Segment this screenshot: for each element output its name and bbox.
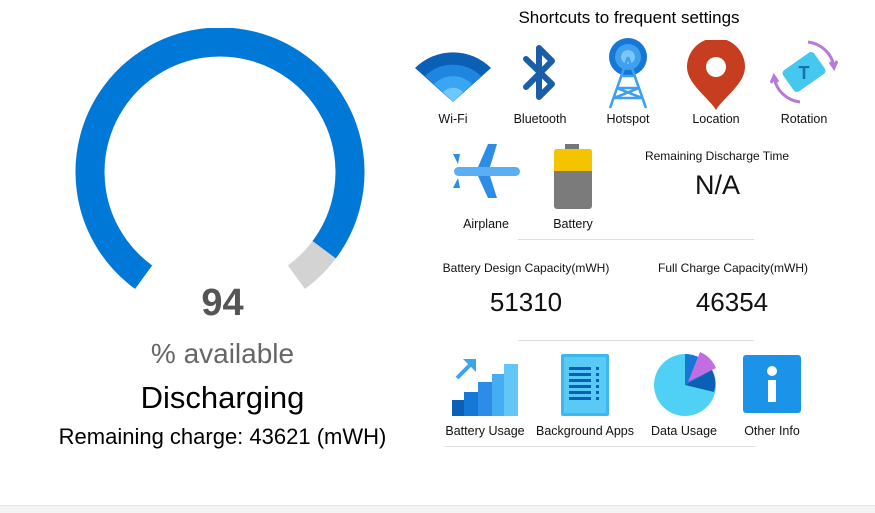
airplane-label: Airplane: [463, 217, 509, 231]
info-icon: [743, 355, 801, 413]
data-usage-tile[interactable]: Data Usage: [642, 350, 726, 444]
bluetooth-label: Bluetooth: [513, 112, 567, 126]
window-bottom-bar: [0, 506, 875, 513]
battery-usage-icon: [452, 359, 518, 416]
bluetooth-shortcut[interactable]: Bluetooth: [500, 42, 580, 130]
discharge-time-value: N/A: [694, 170, 740, 200]
wifi-label: Wi-Fi: [438, 112, 468, 126]
airplane-shortcut[interactable]: Airplane: [446, 140, 526, 234]
other-info-label: Other Info: [744, 424, 800, 438]
design-capacity-label: Battery Design Capacity(mWH): [442, 261, 610, 275]
location-shortcut[interactable]: Location: [676, 38, 756, 130]
battery-percent: 94: [201, 282, 244, 324]
other-info-tile[interactable]: Other Info: [734, 352, 810, 444]
background-apps-label: Background Apps: [536, 424, 634, 438]
separator: [518, 239, 754, 240]
full-capacity-label: Full Charge Capacity(mWH): [657, 261, 809, 275]
svg-text:T: T: [799, 63, 810, 83]
available-label: % available: [150, 338, 295, 369]
remaining-charge: Remaining charge: 43621 (mWH): [58, 424, 387, 449]
background-apps-icon: [561, 354, 609, 416]
charging-status: Discharging: [140, 380, 305, 415]
battery-icon: [554, 144, 592, 209]
battery-label: Battery: [553, 217, 593, 231]
hotspot-icon: [608, 38, 648, 109]
data-usage-icon: [654, 352, 716, 416]
hotspot-label: Hotspot: [606, 112, 650, 126]
wifi-shortcut[interactable]: Wi-Fi: [412, 42, 494, 130]
rotation-icon: T: [770, 40, 838, 104]
data-usage-label: Data Usage: [650, 424, 717, 438]
hotspot-shortcut[interactable]: Hotspot: [588, 36, 668, 130]
battery-shortcut[interactable]: Battery: [534, 140, 612, 234]
rotation-shortcut[interactable]: T Rotation: [764, 38, 844, 130]
location-icon: [687, 40, 745, 110]
airplane-icon: [453, 144, 520, 198]
bluetooth-icon: [523, 45, 555, 100]
wifi-icon: [415, 52, 491, 102]
battery-usage-label: Battery Usage: [445, 424, 525, 438]
rotation-label: Rotation: [780, 112, 828, 126]
background-apps-tile[interactable]: Background Apps: [532, 352, 638, 444]
design-capacity-value: 51310: [489, 287, 563, 317]
separator: [518, 340, 754, 341]
location-label: Location: [692, 112, 740, 126]
discharge-time-label: Remaining Discharge Time: [644, 149, 790, 163]
shortcuts-title: Shortcuts to frequent settings: [518, 8, 740, 27]
separator: [445, 446, 755, 447]
gauge-fill: [75, 28, 365, 289]
full-capacity-value: 46354: [695, 287, 769, 317]
battery-usage-tile[interactable]: Battery Usage: [440, 352, 530, 444]
